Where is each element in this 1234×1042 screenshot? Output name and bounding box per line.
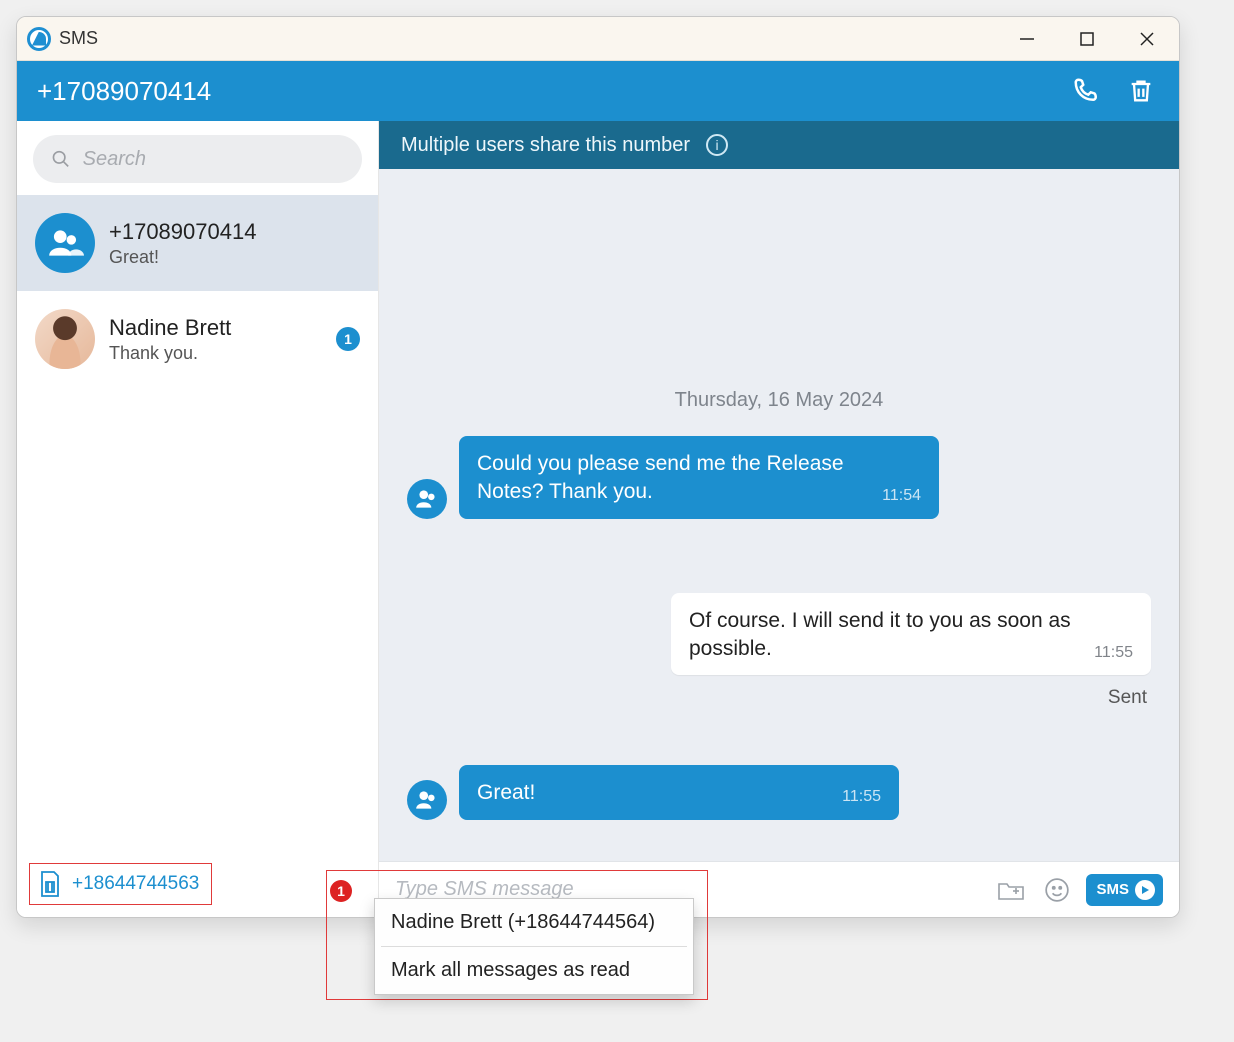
message-text: Great! [477, 779, 822, 807]
maximize-icon [1080, 32, 1094, 46]
maximize-button[interactable] [1069, 23, 1105, 55]
window-controls [1009, 23, 1169, 55]
sim-number-chip[interactable]: +18644744563 [29, 863, 212, 905]
chat-panel: Multiple users share this number i Thurs… [379, 121, 1179, 917]
close-icon [1139, 31, 1155, 47]
conversation-name: +17089070414 [109, 219, 360, 245]
sms-window: SMS +17089070414 [16, 16, 1180, 918]
conversation-list: +17089070414 Great! Nadine Brett Thank y… [17, 195, 378, 855]
search-icon [51, 148, 71, 170]
message-time: 11:55 [842, 786, 881, 808]
message-list[interactable]: Thursday, 16 May 2024 Could you please s… [379, 169, 1179, 861]
message-row: Could you please send me the Release Not… [407, 436, 1151, 519]
context-menu: Nadine Brett (+18644744564) Mark all mes… [374, 898, 694, 995]
info-icon[interactable]: i [706, 134, 728, 156]
conversation-header: +17089070414 [17, 61, 1179, 121]
message-text: Could you please send me the Release Not… [477, 450, 862, 507]
conversation-item[interactable]: Nadine Brett Thank you. 1 [17, 291, 378, 387]
message-time: 11:55 [1094, 642, 1133, 664]
search-field[interactable] [33, 135, 362, 183]
emoji-button[interactable] [1040, 873, 1074, 907]
conversation-preview: Great! [109, 247, 360, 268]
close-button[interactable] [1129, 23, 1165, 55]
sim-icon [38, 870, 62, 898]
minimize-icon [1019, 31, 1035, 47]
avatar [407, 479, 447, 519]
attach-button[interactable] [994, 873, 1028, 907]
group-icon [46, 224, 84, 262]
callout-badge: 1 [330, 880, 352, 902]
message-status: Sent [407, 687, 1151, 709]
search-input[interactable] [83, 148, 344, 171]
message-bubble-incoming[interactable]: Could you please send me the Release Not… [459, 436, 939, 519]
context-menu-item[interactable]: Nadine Brett (+18644744564) [375, 899, 693, 946]
smiley-icon [1044, 877, 1070, 903]
avatar [35, 309, 95, 369]
conversation-item[interactable]: +17089070414 Great! [17, 195, 378, 291]
message-bubble-outgoing[interactable]: Of course. I will send it to you as soon… [671, 593, 1151, 676]
conversation-name: Nadine Brett [109, 315, 322, 341]
trash-icon [1127, 77, 1155, 105]
avatar [35, 213, 95, 273]
window-title: SMS [59, 28, 98, 49]
message-time: 11:54 [882, 485, 921, 507]
app-icon [27, 27, 51, 51]
minimize-button[interactable] [1009, 23, 1045, 55]
delete-button[interactable] [1123, 73, 1159, 109]
message-bubble-incoming[interactable]: Great! 11:55 [459, 765, 899, 819]
context-menu-item[interactable]: Mark all messages as read [375, 947, 693, 994]
send-label: SMS [1096, 881, 1129, 898]
notice-text: Multiple users share this number [401, 134, 690, 157]
unread-badge: 1 [336, 327, 360, 351]
sidebar: +17089070414 Great! Nadine Brett Thank y… [17, 121, 379, 917]
avatar [407, 780, 447, 820]
header-phone-number: +17089070414 [37, 76, 211, 107]
folder-plus-icon [997, 878, 1025, 902]
send-icon [1135, 880, 1155, 900]
conversation-preview: Thank you. [109, 343, 322, 364]
send-button[interactable]: SMS [1086, 874, 1163, 906]
message-text: Of course. I will send it to you as soon… [689, 607, 1074, 664]
message-row: Of course. I will send it to you as soon… [407, 593, 1151, 676]
phone-icon [1072, 76, 1102, 106]
shared-number-notice: Multiple users share this number i [379, 121, 1179, 169]
group-icon [414, 486, 440, 512]
sim-number: +18644744563 [72, 873, 199, 895]
group-icon [414, 787, 440, 813]
date-separator: Thursday, 16 May 2024 [407, 389, 1151, 412]
message-row: Great! 11:55 [407, 765, 1151, 819]
titlebar: SMS [17, 17, 1179, 61]
call-button[interactable] [1069, 73, 1105, 109]
